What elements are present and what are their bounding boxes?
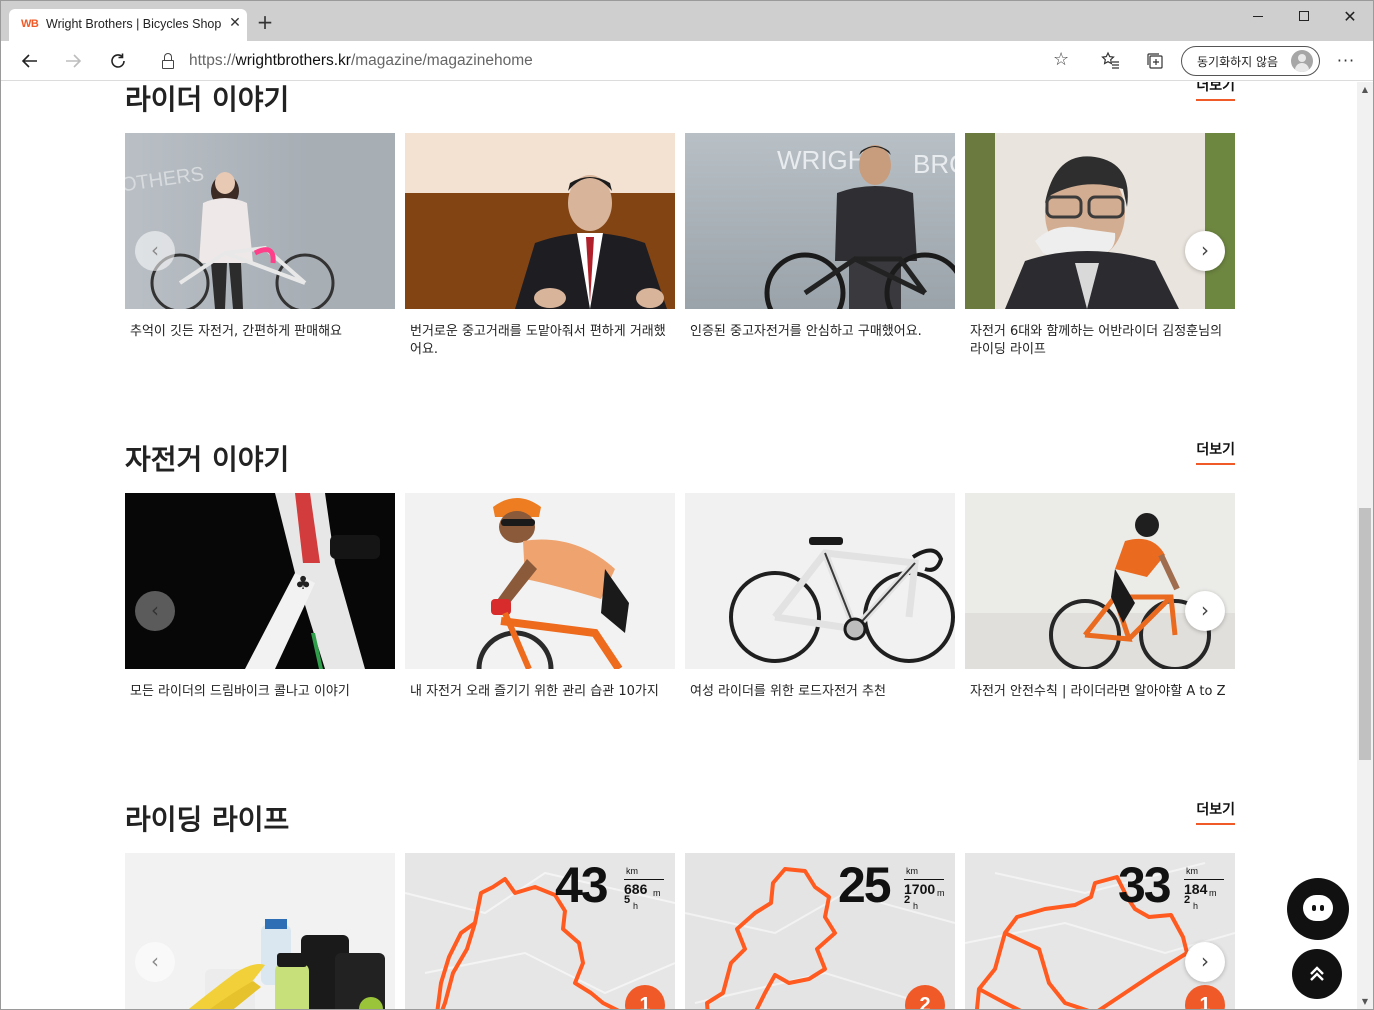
page-viewport: 라이더 이야기 더보기 OTHERS ‹ 추억이 깃든 자전거, 간편하게 판매… <box>1 82 1357 1009</box>
window-close-icon[interactable]: ✕ <box>1327 1 1373 33</box>
card-title: 추억이 깃든 자전거, 간편하게 판매해요 <box>130 324 343 339</box>
map-divider <box>1184 879 1224 880</box>
map-hours-unit: h <box>913 901 919 911</box>
card-image[interactable] <box>965 133 1235 309</box>
chat-button[interactable] <box>1287 878 1349 940</box>
card-image[interactable]: ♣ <box>125 493 395 669</box>
card-image[interactable]: WRIGHT BRO <box>685 133 955 309</box>
more-link[interactable]: 더보기 <box>1196 82 1235 101</box>
carousel-prev-icon[interactable]: ‹ <box>135 231 175 271</box>
tab-title: Wright Brothers | Bicycles Shopping <box>46 17 222 31</box>
maximize-icon[interactable] <box>1281 1 1327 33</box>
address-bar[interactable]: https://wrightbrothers.kr/magazine/magaz… <box>147 46 1083 76</box>
carousel-prev-icon[interactable]: ‹ <box>135 942 175 982</box>
riding-section: 라이딩 라이프 더보기 ‹ 43 km 686 m 5 h 1 25 km 17… <box>125 798 1235 1009</box>
lock-icon[interactable] <box>161 53 175 69</box>
map-elevation-unit: m <box>653 888 661 898</box>
scroll-thumb[interactable] <box>1359 508 1371 760</box>
page-scrollbar[interactable]: ▲ ▼ <box>1357 82 1373 1009</box>
card-title: 자전거 안전수칙 | 라이더라면 알아야할 A to Z <box>970 684 1226 699</box>
more-link[interactable]: 더보기 <box>1196 439 1235 465</box>
carousel-prev-icon[interactable]: ‹ <box>135 591 175 631</box>
carousel-next-icon[interactable]: › <box>1185 231 1225 271</box>
card-image[interactable] <box>685 493 955 669</box>
map-hours: 2 <box>904 894 911 906</box>
card-image[interactable] <box>125 853 395 1009</box>
new-tab-icon[interactable]: + <box>255 12 275 32</box>
scroll-top-button[interactable] <box>1292 949 1342 999</box>
avatar <box>1291 50 1313 72</box>
reload-icon[interactable] <box>105 49 131 73</box>
svg-text:♣: ♣ <box>295 573 311 594</box>
card-title: 모든 라이더의 드림바이크 콜나고 이야기 <box>130 684 350 699</box>
chat-icon <box>1303 895 1333 921</box>
url-text[interactable]: https://wrightbrothers.kr/magazine/magaz… <box>189 52 533 70</box>
map-distance: 43 <box>555 857 609 913</box>
rider-section: 라이더 이야기 더보기 OTHERS ‹ 추억이 깃든 자전거, 간편하게 판매… <box>125 82 1235 378</box>
bicycle-section: 자전거 이야기 더보기 ♣ ‹ 모든 라이더의 드림바이크 콜나고 이야기 내 … <box>125 438 1235 738</box>
favorites-icon[interactable] <box>1099 49 1123 73</box>
card-image[interactable] <box>405 133 675 309</box>
map-distance-unit: km <box>906 866 918 876</box>
carousel-next-icon[interactable]: › <box>1185 942 1225 982</box>
more-link[interactable]: 더보기 <box>1196 799 1235 825</box>
close-tab-icon[interactable]: ✕ <box>227 15 243 33</box>
map-hours-unit: h <box>633 901 639 911</box>
section-title: 라이더 이야기 <box>125 83 290 116</box>
collections-icon[interactable] <box>1143 49 1167 73</box>
map-divider <box>624 879 664 880</box>
map-divider <box>904 879 944 880</box>
scroll-up-icon[interactable]: ▲ <box>1357 82 1373 98</box>
svg-text:BRO: BRO <box>913 149 955 179</box>
browser-window: WB Wright Brothers | Bicycles Shopping ✕… <box>0 0 1374 1010</box>
more-icon[interactable]: ··· <box>1334 49 1358 73</box>
profile-button[interactable]: 동기화하지 않음 <box>1181 46 1320 76</box>
title-bar: WB Wright Brothers | Bicycles Shopping ✕… <box>1 1 1373 42</box>
map-distance-unit: km <box>1186 866 1198 876</box>
section-title: 자전거 이야기 <box>125 443 290 476</box>
chevron-double-up-icon <box>1310 966 1324 981</box>
card-title: 내 자전거 오래 즐기기 위한 관리 습관 10가지 <box>410 684 659 699</box>
card-title: 인증된 중고자전거를 안심하고 구매했어요. <box>690 324 922 339</box>
card-title: 번거로운 중고거래를 도맡아줘서 편하게 거래했어요. <box>410 324 666 357</box>
scroll-down-icon[interactable]: ▼ <box>1357 994 1373 1009</box>
browser-toolbar: https://wrightbrothers.kr/magazine/magaz… <box>1 41 1373 81</box>
tab-favicon: WB <box>21 18 39 30</box>
map-distance: 25 <box>838 857 892 913</box>
map-distance-unit: km <box>626 866 638 876</box>
carousel-next-icon[interactable]: › <box>1185 591 1225 631</box>
card-image[interactable]: OTHERS <box>125 133 395 309</box>
map-hours: 2 <box>1184 894 1191 906</box>
map-distance: 33 <box>1118 857 1172 913</box>
map-hours-unit: h <box>1193 901 1199 911</box>
card-title: 여성 라이더를 위한 로드자전거 추천 <box>690 684 886 699</box>
star-icon[interactable]: ☆ <box>1053 49 1069 70</box>
map-elevation-unit: m <box>1209 888 1217 898</box>
profile-label: 동기화하지 않음 <box>1197 55 1279 69</box>
minimize-icon[interactable] <box>1235 1 1281 33</box>
map-elevation-unit: m <box>937 888 945 898</box>
section-title: 라이딩 라이프 <box>125 803 290 836</box>
forward-icon[interactable] <box>60 49 86 73</box>
card-title: 자전거 6대와 함께하는 어반라이더 김정훈님의 라이딩 라이프 <box>970 324 1223 357</box>
browser-tab[interactable]: WB Wright Brothers | Bicycles Shopping ✕ <box>9 9 247 42</box>
card-image[interactable] <box>965 493 1235 669</box>
card-image[interactable] <box>405 493 675 669</box>
back-icon[interactable] <box>17 49 43 73</box>
map-hours: 5 <box>624 894 631 906</box>
